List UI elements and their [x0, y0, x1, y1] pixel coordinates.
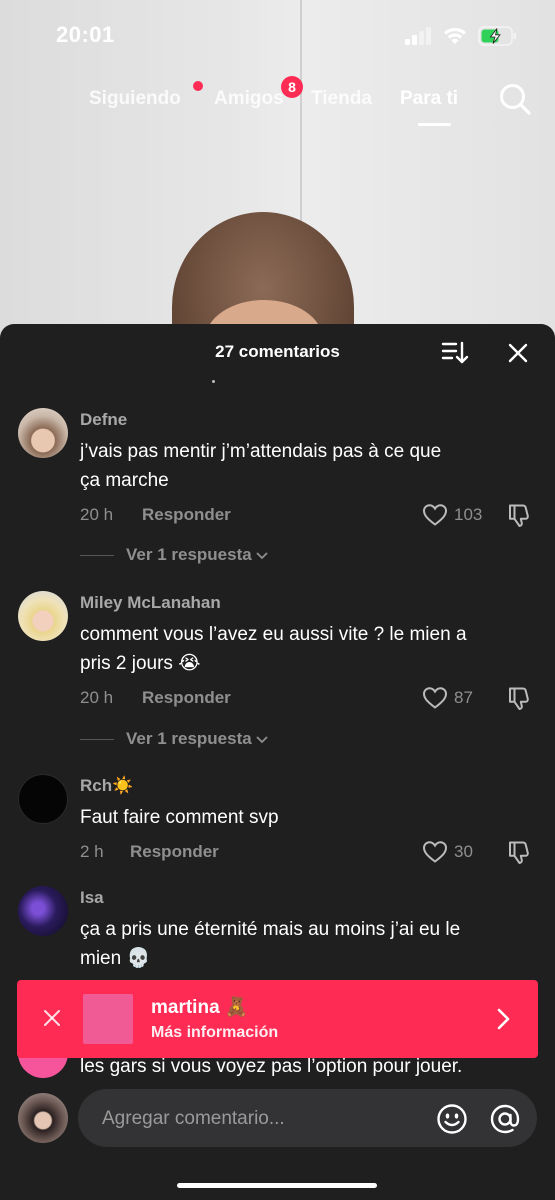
- status-bar: 20:01: [0, 0, 555, 72]
- comments-count-title: 27 comentarios: [215, 342, 340, 361]
- comment-time: 20 h: [80, 688, 114, 707]
- avatar[interactable]: [18, 886, 68, 936]
- replies-divider: [80, 739, 114, 740]
- heart-icon[interactable]: [422, 840, 448, 864]
- wifi-icon: [444, 27, 466, 44]
- emoji-icon[interactable]: [436, 1103, 468, 1135]
- view-replies-link[interactable]: Ver 1 respuesta: [126, 729, 268, 749]
- reply-button[interactable]: Responder: [130, 842, 219, 862]
- comment-text: ça a pris une éternité mais au moins j’a…: [80, 915, 530, 973]
- comment-username[interactable]: Isa: [80, 888, 104, 908]
- heart-icon[interactable]: [422, 686, 448, 710]
- reply-button[interactable]: Responder: [142, 505, 231, 525]
- comment-text-line: comment vous l’avez eu aussi vite ? le m…: [80, 624, 467, 645]
- comment-text: j’vais pas mentir j’m’attendais pas à ce…: [80, 437, 530, 495]
- reply-button[interactable]: Responder: [142, 688, 231, 708]
- cellular-signal-icon: [405, 27, 433, 45]
- comment-text-line: Faut faire comment svp: [80, 807, 279, 828]
- comment-text: les gars si vous voyez pas l’option pour…: [80, 1058, 540, 1078]
- comment-text: Faut faire comment svp: [80, 803, 530, 832]
- comment-text-line: mien 💀: [80, 948, 151, 969]
- comment-text-line: ça marche: [80, 470, 169, 491]
- avatar[interactable]: [18, 408, 68, 458]
- tab-siguiendo[interactable]: Siguiendo: [89, 88, 181, 110]
- comment-input[interactable]: Agregar comentario...: [78, 1089, 537, 1147]
- dislike-icon[interactable]: [506, 502, 532, 528]
- tab-siguiendo-dot: [193, 81, 203, 91]
- ad-banner[interactable]: martina 🧸 Más información: [17, 980, 538, 1058]
- tab-amigos-badge: 8: [281, 76, 303, 98]
- comment-text-line: pris 2 jours 😭: [80, 653, 201, 674]
- home-indicator[interactable]: [177, 1183, 377, 1188]
- sort-icon[interactable]: [441, 340, 469, 366]
- comment-time: 2 h: [80, 842, 104, 861]
- comment-text-line: j’vais pas mentir j’m’attendais pas à ce…: [80, 441, 442, 462]
- like-count: 103: [454, 505, 483, 524]
- avatar[interactable]: [18, 1093, 68, 1143]
- battery-charging-icon: [478, 26, 516, 46]
- tab-tienda[interactable]: Tienda: [311, 88, 372, 110]
- view-replies-link[interactable]: Ver 1 respuesta: [126, 545, 268, 565]
- chevron-right-icon[interactable]: [493, 1007, 513, 1031]
- comment-username[interactable]: Rch☀️: [80, 776, 133, 796]
- like-count: 87: [454, 688, 473, 707]
- replies-divider: [80, 555, 114, 556]
- comment-input-bar: Agregar comentario...: [0, 1078, 555, 1200]
- panel-dot: [212, 380, 215, 383]
- avatar[interactable]: [18, 591, 68, 641]
- comment-username[interactable]: Defne: [80, 410, 127, 430]
- dislike-icon[interactable]: [506, 839, 532, 865]
- status-time: 20:01: [56, 22, 115, 47]
- comment-text-line: ça a pris une éternité mais au moins j’a…: [80, 919, 461, 940]
- comment-time: 20 h: [80, 505, 114, 524]
- view-replies-label: Ver 1 respuesta: [126, 729, 252, 748]
- ad-thumbnail[interactable]: [83, 994, 133, 1044]
- active-tab-indicator: [418, 123, 451, 126]
- like-count: 30: [454, 842, 473, 861]
- comment-text: comment vous l’avez eu aussi vite ? le m…: [80, 620, 530, 678]
- heart-icon[interactable]: [422, 503, 448, 527]
- comment-username[interactable]: Miley McLanahan: [80, 593, 221, 613]
- avatar[interactable]: [18, 774, 68, 824]
- ad-title[interactable]: martina 🧸: [151, 995, 249, 1019]
- comment-text-line: les gars si vous voyez pas l’option pour…: [80, 1058, 463, 1077]
- tab-para-ti[interactable]: Para ti: [400, 88, 458, 110]
- ad-more-info-link[interactable]: Más información: [151, 1024, 278, 1042]
- chevron-down-icon: [256, 735, 268, 743]
- chevron-down-icon: [256, 551, 268, 559]
- search-icon[interactable]: [498, 82, 532, 116]
- comment-input-placeholder: Agregar comentario...: [102, 1108, 285, 1129]
- mention-icon[interactable]: [489, 1103, 521, 1135]
- close-icon[interactable]: [506, 341, 530, 365]
- close-icon[interactable]: [41, 1007, 63, 1029]
- tab-amigos[interactable]: Amigos: [214, 88, 284, 110]
- dislike-icon[interactable]: [506, 685, 532, 711]
- top-nav: Siguiendo Amigos 8 Tienda Para ti: [0, 76, 555, 130]
- view-replies-label: Ver 1 respuesta: [126, 545, 252, 564]
